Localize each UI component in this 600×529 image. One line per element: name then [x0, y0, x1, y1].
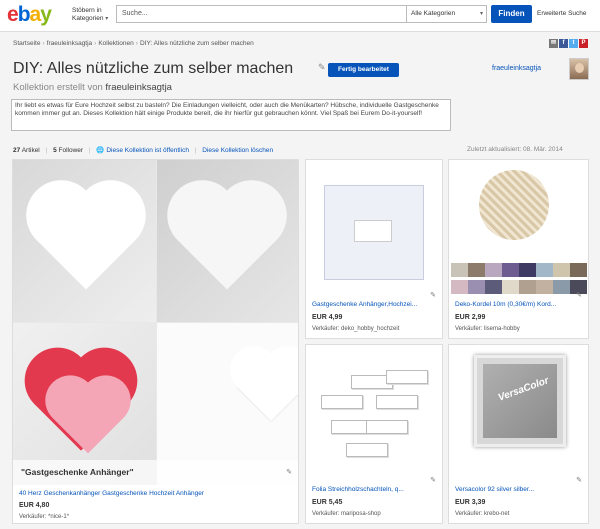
- item-image[interactable]: [306, 345, 442, 482]
- color-swatch: [502, 280, 519, 294]
- item-price: EUR 3,39: [455, 499, 486, 506]
- breadcrumb-collections[interactable]: Kollektionen: [98, 40, 133, 47]
- breadcrumb-user[interactable]: fraeuleinksagtja: [47, 40, 93, 47]
- twitter-icon[interactable]: t: [569, 39, 578, 48]
- heart-tag-image: [36, 190, 136, 290]
- pencil-icon[interactable]: ✎: [286, 468, 292, 476]
- user-profile-link[interactable]: fraeuleinksagtja: [492, 65, 541, 72]
- item-seller: Verkäufer: deko_hobby_hochzeit: [312, 326, 400, 332]
- item-image[interactable]: VersaColor: [449, 345, 588, 482]
- header: ebay Stöbern in Kategorien ▾ Suche... Al…: [0, 0, 600, 32]
- public-visibility-link[interactable]: Diese Kollektion ist öffentlich: [106, 147, 189, 154]
- color-swatch: [468, 263, 485, 277]
- creator-link[interactable]: fraeuleinksagtja: [105, 82, 172, 93]
- browse-categories-button[interactable]: Stöbern in Kategorien ▾: [72, 7, 112, 23]
- item-image-label: "Gastgeschenke Anhänger": [21, 467, 134, 477]
- breadcrumb-current: DIY: Alles nützliche zum selber machen: [139, 40, 254, 47]
- facebook-icon[interactable]: f: [559, 39, 568, 48]
- color-swatch: [485, 280, 502, 294]
- color-swatch: [519, 263, 536, 277]
- item-price: EUR 2,99: [455, 314, 486, 321]
- chevron-down-icon: ▾: [105, 16, 109, 22]
- heart-tag-image: [237, 353, 298, 421]
- color-swatch: [519, 280, 536, 294]
- collection-stats: 27 Artikel | 5 Follower | 🌐 Diese Kollek…: [13, 147, 274, 154]
- color-swatch: [468, 280, 485, 294]
- item-title-link[interactable]: 40 Herz Geschenkanhänger Gastgeschenke H…: [19, 490, 204, 497]
- collection-description[interactable]: Ihr liebt es etwas für Eure Hochzeit sel…: [11, 99, 451, 131]
- search-input[interactable]: Suche...: [116, 5, 407, 23]
- item-price: EUR 4,99: [312, 314, 343, 321]
- item-title-link[interactable]: Deko-Kordel 10m (0,30€/m) Kord...: [455, 301, 556, 308]
- share-icons: ✉ f t P: [548, 39, 588, 48]
- item-price: EUR 5,45: [312, 499, 343, 506]
- edit-pencil-icon[interactable]: ✎: [318, 62, 326, 73]
- browse-label: Stöbern in Kategorien: [72, 7, 104, 22]
- delete-collection-link[interactable]: Diese Kollektion löschen: [202, 147, 273, 154]
- color-swatch: [451, 280, 468, 294]
- item-card[interactable]: ✎ Folia Streichholzschachteln, q... EUR …: [305, 344, 443, 524]
- follower-count: 5: [53, 147, 57, 154]
- pinterest-icon[interactable]: P: [579, 39, 588, 48]
- breadcrumb: Startseite › fraeuleinksagtja › Kollektionen…: [13, 40, 254, 47]
- done-editing-button[interactable]: Fertig bearbeitet: [328, 63, 399, 77]
- product-brand-label: VersaColor: [496, 375, 551, 404]
- item-title-link[interactable]: Folia Streichholzschachteln, q...: [312, 486, 404, 493]
- category-select[interactable]: Alle Kategorien ▾: [407, 5, 487, 23]
- item-card[interactable]: VersaColor ✎ Versacolor 92 silver silber…: [448, 344, 589, 524]
- ebay-logo[interactable]: ebay: [7, 4, 52, 26]
- article-count: 27: [13, 147, 21, 154]
- color-swatch: [536, 263, 553, 277]
- heart-tag-image: [52, 382, 124, 454]
- last-updated: Zuletzt aktualisiert: 08. Mär. 2014: [467, 146, 563, 153]
- item-image[interactable]: [449, 160, 588, 297]
- pencil-icon[interactable]: ✎: [430, 291, 436, 299]
- find-button[interactable]: Finden: [491, 5, 532, 23]
- color-swatch: [553, 263, 570, 277]
- color-swatch: [570, 263, 587, 277]
- item-price: EUR 4,80: [19, 502, 50, 509]
- pencil-icon[interactable]: ✎: [576, 291, 582, 299]
- item-title-link[interactable]: Versacolor 92 silver silber...: [455, 486, 534, 493]
- color-swatch: [485, 263, 502, 277]
- color-swatch: [553, 280, 570, 294]
- item-image[interactable]: [306, 160, 442, 297]
- chevron-down-icon: ▾: [479, 11, 483, 17]
- pencil-icon[interactable]: ✎: [576, 476, 582, 484]
- item-card[interactable]: ✎ Gastgeschenke Anhänger,Hochzei... EUR …: [305, 159, 443, 339]
- item-seller: Verkäufer: *nice-1*: [19, 514, 70, 520]
- color-swatch: [536, 280, 553, 294]
- item-image[interactable]: "Gastgeschenke Anhänger": [13, 160, 298, 485]
- pencil-icon[interactable]: ✎: [430, 476, 436, 484]
- item-seller: Verkäufer: krebo-net: [455, 511, 510, 517]
- color-swatch: [451, 263, 468, 277]
- avatar[interactable]: [569, 58, 589, 80]
- advanced-search-link[interactable]: Erweiterte Suche: [537, 10, 587, 17]
- item-card[interactable]: ✎ Deko-Kordel 10m (0,30€/m) Kord... EUR …: [448, 159, 589, 339]
- color-swatch: [502, 263, 519, 277]
- item-title-link[interactable]: Gastgeschenke Anhänger,Hochzei...: [312, 301, 417, 308]
- mail-icon[interactable]: ✉: [549, 39, 558, 48]
- collection-subtitle: Kollektion erstellt von fraeuleinksagtja: [13, 82, 172, 93]
- page-title: DIY: Alles nützliche zum selber machen: [13, 60, 294, 77]
- item-seller: Verkäufer: mariposa-shop: [312, 511, 381, 517]
- color-swatches: [451, 263, 587, 294]
- item-card[interactable]: "Gastgeschenke Anhänger" ✎ 40 Herz Gesch…: [12, 159, 299, 524]
- item-seller: Verkäufer: lisema-hobby: [455, 326, 520, 332]
- globe-icon: 🌐: [96, 147, 105, 154]
- heart-tag-image: [177, 190, 277, 290]
- breadcrumb-home[interactable]: Startseite: [13, 40, 40, 47]
